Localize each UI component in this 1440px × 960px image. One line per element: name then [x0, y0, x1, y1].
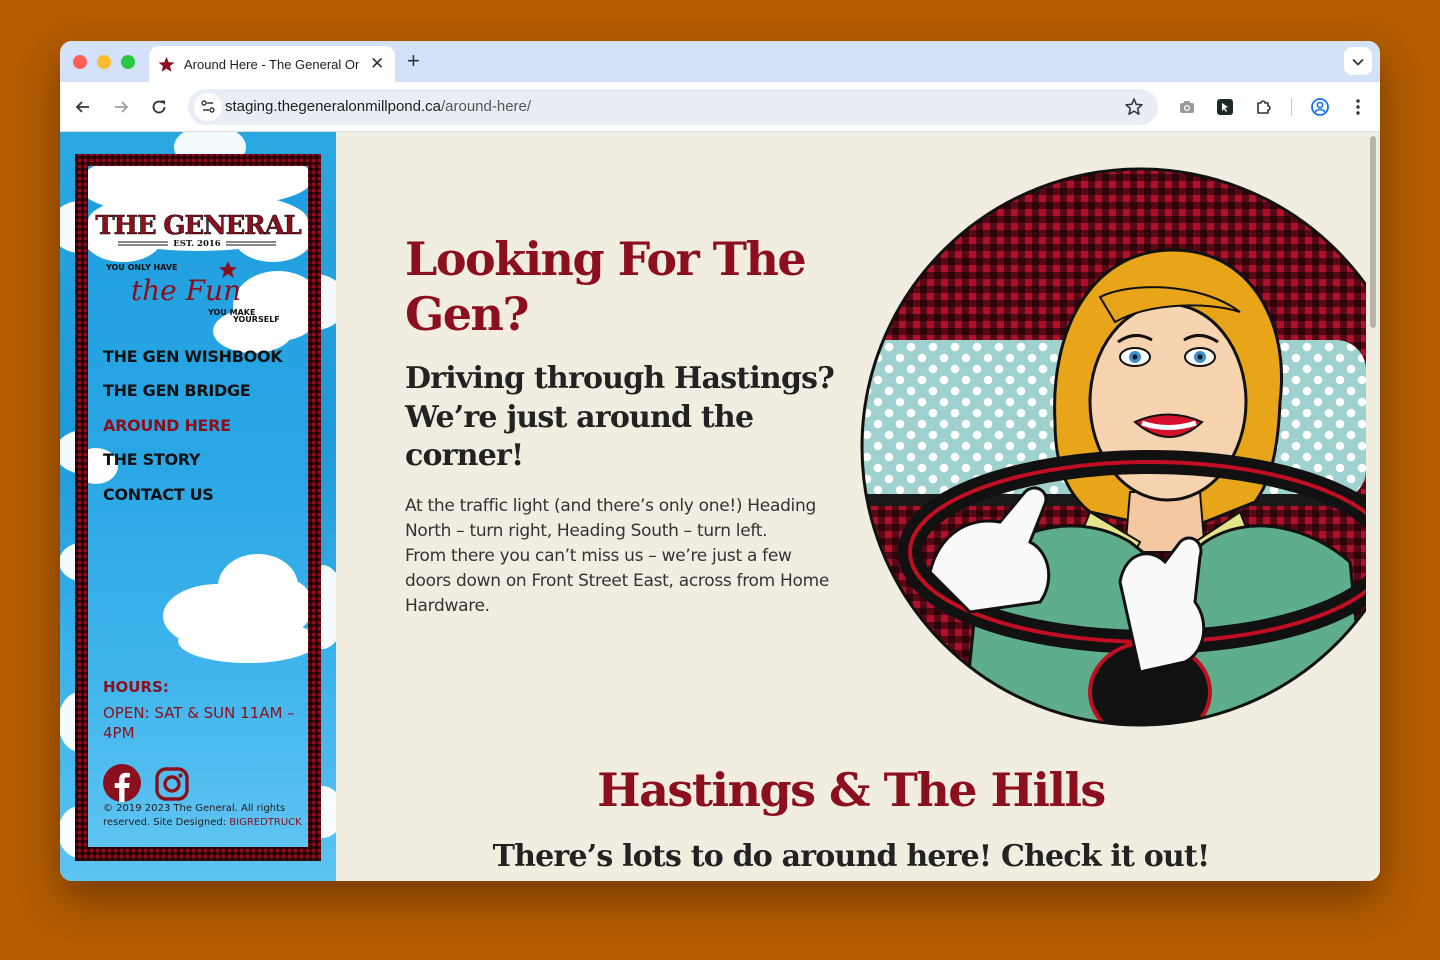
main-content: Looking For The Gen? Driving through Has…	[336, 132, 1366, 881]
copyright-text: © 2019 2023 The General. All rights rese…	[103, 802, 303, 830]
nav-item-around-here[interactable]: AROUND HERE	[103, 413, 282, 447]
tab-around-here[interactable]: Around Here - The General On Millpond ✕	[149, 46, 395, 82]
bookmark-star-icon[interactable]	[1124, 97, 1144, 117]
logo-est: EST. 2016	[173, 239, 221, 249]
retro-driver-illustration	[860, 167, 1366, 727]
minimize-window-button[interactable]	[97, 55, 111, 69]
section-subheading: There’s lots to do around here! Check it…	[492, 839, 1211, 874]
logo-script: the Fun	[131, 274, 241, 307]
tab-title: Around Here - The General On Millpond	[184, 57, 359, 72]
designer-credit-link[interactable]: BIGREDTRUCK	[229, 817, 301, 828]
zoom-window-button[interactable]	[121, 55, 135, 69]
page-subtitle: Driving through Hastings? We’re just aro…	[405, 361, 835, 473]
close-window-button[interactable]	[73, 55, 87, 69]
section-heading-hastings: Hastings & The Hills	[597, 763, 1106, 817]
site-info-button[interactable]	[194, 93, 222, 121]
scrollbar-thumb[interactable]	[1370, 136, 1376, 328]
main-nav: THE GEN WISHBOOK THE GEN BRIDGE AROUND H…	[103, 344, 283, 516]
facebook-icon[interactable]	[103, 764, 141, 807]
sidebar: THE GENERAL THE GENERAL EST. 2016 YOU ON…	[60, 132, 336, 881]
browser-toolbar: staging.thegeneralonmillpond.ca/around-h…	[60, 82, 1380, 132]
logo-tagline-bottom-2: YOURSELF	[232, 315, 280, 324]
nav-item-gen-wishbook[interactable]: THE GEN WISHBOOK	[103, 344, 283, 378]
profile-avatar-icon[interactable]	[1310, 97, 1330, 117]
social-links	[103, 764, 199, 807]
screenshot-extension-icon[interactable]	[1215, 97, 1235, 117]
address-bar[interactable]: staging.thegeneralonmillpond.ca/around-h…	[188, 89, 1158, 125]
chevron-down-icon	[1352, 58, 1364, 66]
browser-window: Around Here - The General On Millpond ✕ …	[60, 41, 1380, 881]
reload-icon[interactable]	[149, 97, 169, 117]
extensions-puzzle-icon[interactable]	[1253, 97, 1273, 117]
new-tab-button[interactable]: +	[407, 50, 420, 72]
nav-item-contact-us[interactable]: CONTACT US	[103, 482, 282, 516]
page-title: Looking For The Gen?	[405, 232, 807, 341]
tune-icon	[201, 100, 215, 113]
more-menu-icon[interactable]	[1348, 97, 1368, 117]
back-arrow-icon[interactable]	[73, 97, 93, 117]
hours-title: HOURS:	[103, 678, 169, 696]
url-domain: staging.thegeneralonmillpond.ca	[225, 98, 441, 115]
logo-tagline-top: YOU ONLY HAVE	[105, 263, 178, 272]
camera-icon[interactable]	[1177, 97, 1197, 117]
tab-strip: Around Here - The General On Millpond ✕ …	[60, 41, 1380, 82]
nav-item-gen-bridge[interactable]: THE GEN BRIDGE	[103, 378, 282, 412]
logo-name: THE GENERAL	[95, 211, 301, 241]
plaid-frame: THE GENERAL THE GENERAL EST. 2016 YOU ON…	[75, 154, 321, 861]
page-viewport: THE GENERAL THE GENERAL EST. 2016 YOU ON…	[60, 132, 1380, 881]
hours-text: OPEN: SAT & SUN 11AM – 4PM	[103, 704, 295, 742]
tab-close-icon[interactable]: ✕	[370, 54, 384, 74]
directions-para-2: From there you can’t miss us – we’re jus…	[405, 546, 830, 616]
forward-arrow-icon[interactable]	[111, 97, 131, 117]
sidebar-panel: THE GENERAL THE GENERAL EST. 2016 YOU ON…	[88, 166, 308, 847]
tab-search-button[interactable]	[1344, 47, 1372, 75]
directions-text: At the traffic light (and there’s only o…	[405, 494, 835, 619]
url-path: /around-here/	[440, 98, 532, 115]
instagram-icon[interactable]	[154, 766, 190, 807]
url-text: staging.thegeneralonmillpond.ca/around-h…	[225, 98, 531, 115]
the-general-logo[interactable]: THE GENERAL THE GENERAL EST. 2016 YOU ON…	[88, 166, 308, 336]
page-scrollbar[interactable]	[1366, 132, 1380, 881]
toolbar-separator	[1291, 98, 1292, 116]
nav-item-the-story[interactable]: THE STORY	[103, 447, 282, 481]
directions-para-1: At the traffic light (and there’s only o…	[405, 496, 816, 541]
star-favicon-icon	[158, 56, 175, 72]
